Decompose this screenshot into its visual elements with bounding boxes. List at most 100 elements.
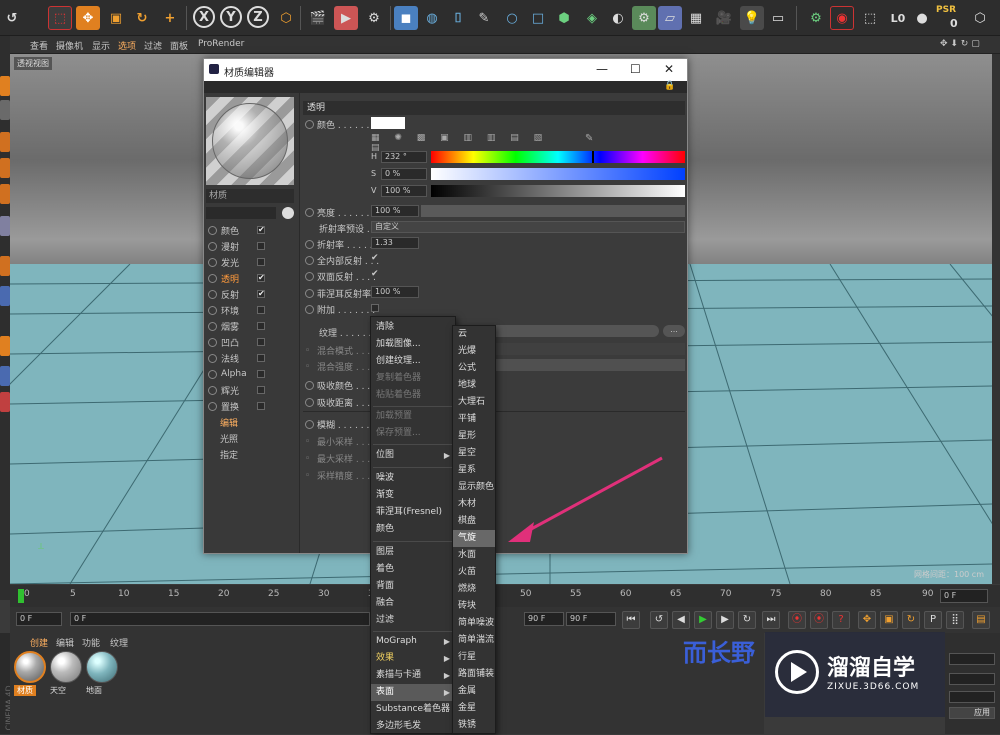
brightness-value[interactable]: 100 % xyxy=(371,205,419,217)
menu-prorender[interactable]: ProRender xyxy=(198,39,244,49)
polygons-mode-icon[interactable] xyxy=(0,184,10,204)
workplane-left-icon[interactable] xyxy=(0,366,10,386)
menu-item-copy-shader[interactable]: 复制着色器 xyxy=(371,370,455,387)
subdivision-icon[interactable]: ⬢ xyxy=(552,6,576,30)
x-axis-button[interactable]: X xyxy=(193,6,215,28)
additive-checkbox[interactable] xyxy=(371,304,379,312)
lock-level-icon[interactable]: L0 xyxy=(886,6,910,30)
submenu-item[interactable]: 木材 xyxy=(453,496,495,513)
rect-spline-icon[interactable]: □ xyxy=(526,6,550,30)
undo-icon[interactable]: ↺ xyxy=(0,6,24,30)
menu-item-save-preset[interactable]: 保存预置... xyxy=(371,425,455,442)
render-picture-icon[interactable]: ▶ xyxy=(334,6,358,30)
submenu-item[interactable]: 地球 xyxy=(453,377,495,394)
floor-icon[interactable]: ▦ xyxy=(684,6,708,30)
model-mode-icon[interactable] xyxy=(0,76,10,96)
attr-field[interactable] xyxy=(949,691,995,703)
submenu-item[interactable]: 云 xyxy=(453,326,495,343)
snapping-icon[interactable] xyxy=(0,286,10,306)
submenu-item-cyclone[interactable]: 气旋 xyxy=(453,530,495,547)
submenu-item[interactable]: 显示颜色 xyxy=(453,479,495,496)
right-collapsed-panel[interactable] xyxy=(992,54,1000,584)
submenu-item[interactable]: 棋盘 xyxy=(453,513,495,530)
timeline-window-icon[interactable]: ▤ xyxy=(972,611,990,629)
channel-displacement[interactable]: 置换 xyxy=(208,399,265,413)
keyframe-selection-icon[interactable]: ? xyxy=(832,611,850,629)
submenu-item[interactable]: 星系 xyxy=(453,462,495,479)
submenu-item[interactable]: 星形 xyxy=(453,428,495,445)
cube-icon[interactable]: ◼ xyxy=(394,6,418,30)
key-pla-icon[interactable]: ⣿ xyxy=(946,611,964,629)
start-frame-field[interactable]: 0 F xyxy=(16,612,62,626)
material-name-field[interactable]: 材质 xyxy=(206,189,294,203)
render-settings-icon[interactable]: ⚙ xyxy=(362,6,386,30)
submenu-item[interactable]: 大理石 xyxy=(453,394,495,411)
auto-key-icon[interactable]: ⦿ xyxy=(810,611,828,629)
editor-titlebar[interactable]: 材质编辑器 — ☐ ✕ xyxy=(204,59,687,81)
menu-item-sketch-toon[interactable]: 素描与卡通 ▶ xyxy=(371,667,455,684)
channel-alpha[interactable]: Alpha xyxy=(208,367,265,381)
sky-material-thumb[interactable] xyxy=(50,651,82,683)
close-icon[interactable]: ✕ xyxy=(664,62,674,76)
submenu-item[interactable]: 砖块 xyxy=(453,598,495,615)
edges-mode-icon[interactable] xyxy=(0,158,10,178)
color-mode-icons[interactable]: ▦ ✺ ▩ ▣ ▥ ▥ ▤ ▧ ▤ xyxy=(371,133,571,153)
submenu-item[interactable]: 铁锈 xyxy=(453,717,495,734)
menu-item-fusion[interactable]: 融合 xyxy=(371,595,455,612)
layout-icon[interactable]: ⬡ xyxy=(968,6,992,30)
locked-workplane-icon[interactable] xyxy=(0,392,10,412)
prev-key-icon[interactable]: ↺ xyxy=(650,611,668,629)
current-frame-field[interactable]: 0 F xyxy=(940,589,988,603)
extrude-icon[interactable]: ◈ xyxy=(580,6,604,30)
mat-menu-function[interactable]: 功能 xyxy=(82,636,100,649)
effector-icon[interactable]: ◐ xyxy=(606,6,630,30)
submenu-item[interactable]: 星空 xyxy=(453,445,495,462)
submenu-item[interactable]: 行星 xyxy=(453,649,495,666)
submenu-item[interactable]: 简单噪波 xyxy=(453,615,495,632)
texture-mode-icon[interactable] xyxy=(0,100,10,120)
channel-diffuse[interactable]: 漫射 xyxy=(208,239,265,253)
add-icon[interactable]: + xyxy=(158,6,182,30)
submenu-item[interactable]: 金星 xyxy=(453,700,495,717)
menu-item-fresnel[interactable]: 菲涅耳(Fresnel) xyxy=(371,504,455,521)
deformer-icon[interactable]: ▱ xyxy=(658,6,682,30)
play-icon[interactable]: ▶ xyxy=(694,611,712,629)
mat-menu-edit[interactable]: 编辑 xyxy=(56,636,74,649)
channel-transparency[interactable]: 透明 ✔ xyxy=(208,271,265,285)
menu-display[interactable]: 显示 xyxy=(92,39,110,52)
submenu-item[interactable]: 路面铺装 xyxy=(453,666,495,683)
ground-material-label[interactable]: 地面 xyxy=(86,685,102,696)
points-mode-icon[interactable] xyxy=(0,132,10,152)
channel-filter-icon[interactable] xyxy=(282,207,294,219)
snap-icon[interactable]: ⚙ xyxy=(804,6,828,30)
coord-system-icon[interactable]: ⬡ xyxy=(274,6,298,30)
hue-slider[interactable] xyxy=(431,151,685,163)
tweak-icon[interactable] xyxy=(0,256,10,276)
key-rotation-icon[interactable]: ↻ xyxy=(902,611,920,629)
menu-item-clear[interactable]: 清除 xyxy=(371,319,455,336)
move-icon[interactable]: ✥ xyxy=(76,6,100,30)
menu-item-substance[interactable]: Substance着色器 xyxy=(371,701,455,718)
total-internal-checkbox[interactable]: ✔ xyxy=(371,253,379,263)
saturation-slider[interactable] xyxy=(431,168,685,180)
menu-item-color[interactable]: 颜色 xyxy=(371,521,455,538)
light-icon[interactable]: 💡 xyxy=(740,6,764,30)
ior-value[interactable]: 1.33 xyxy=(371,237,419,249)
preview-range-slider[interactable]: 0 F xyxy=(70,612,370,626)
menu-camera[interactable]: 摄像机 xyxy=(56,39,83,52)
prev-frame-icon[interactable]: ◀ xyxy=(672,611,690,629)
mat-menu-texture[interactable]: 纹理 xyxy=(110,636,128,649)
submenu-item[interactable]: 火苗 xyxy=(453,564,495,581)
menu-item-paste-shader[interactable]: 粘贴着色器 xyxy=(371,387,455,404)
apply-button[interactable]: 应用 xyxy=(949,707,995,719)
channel-reflectance[interactable]: 反射 ✔ xyxy=(208,287,265,301)
menu-item-backlight[interactable]: 背面 xyxy=(371,578,455,595)
next-frame-icon[interactable]: ▶ xyxy=(716,611,734,629)
submenu-item[interactable]: 公式 xyxy=(453,360,495,377)
record-icon[interactable]: ⦿ xyxy=(788,611,806,629)
fresnel-value[interactable]: 100 % xyxy=(371,286,419,298)
cylinder-icon[interactable]: ⌷ xyxy=(446,6,470,30)
y-axis-button[interactable]: Y xyxy=(220,6,242,28)
minimize-icon[interactable]: — xyxy=(596,62,608,76)
render-view-icon[interactable]: 🎬 xyxy=(306,6,330,30)
